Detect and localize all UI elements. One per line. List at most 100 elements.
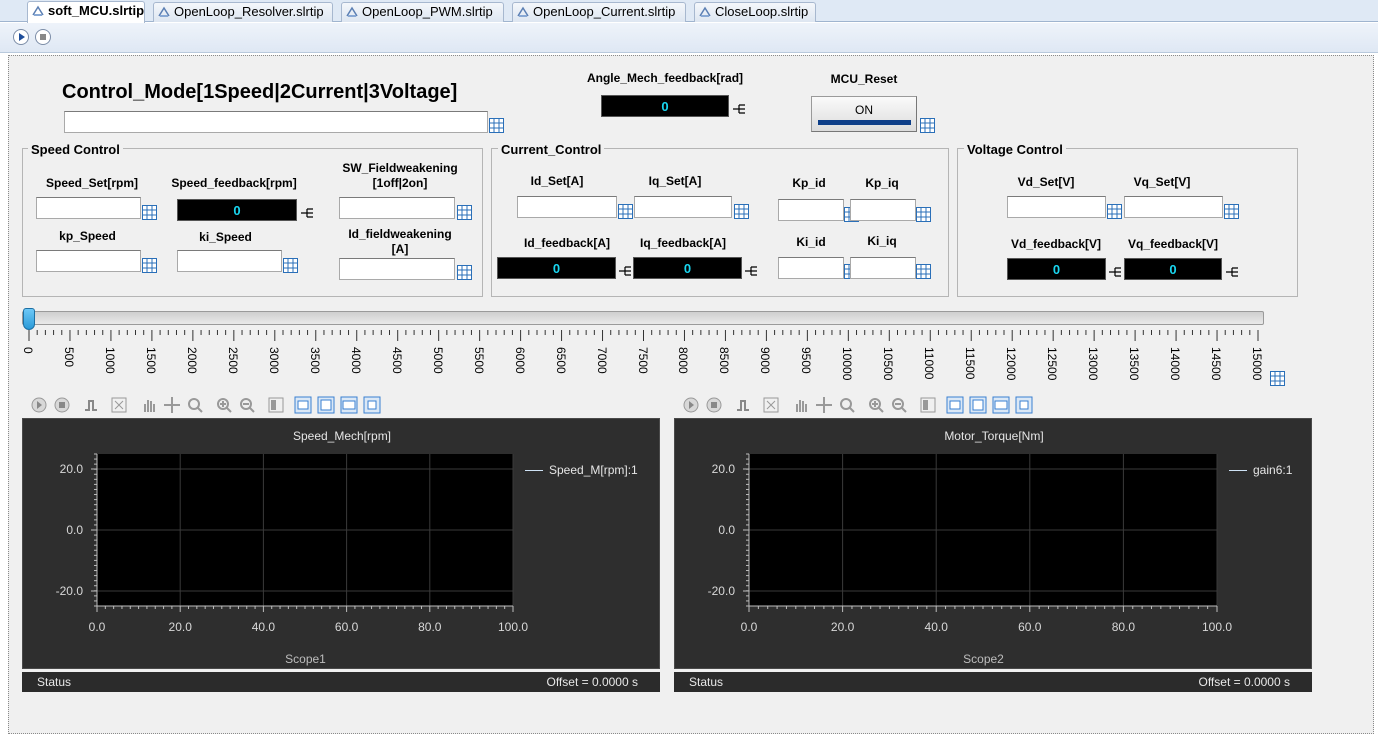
scope1-legend-label: Speed_M[rpm]:1 — [549, 463, 638, 477]
slider-tick-label: 1000 — [102, 347, 117, 374]
tab-closeloop[interactable]: CloseLoop.slrtip — [694, 2, 816, 22]
label-line: [1off|2on] — [372, 176, 428, 190]
grid-icon[interactable] — [142, 258, 157, 273]
stop-icon[interactable] — [53, 396, 71, 414]
zoom-xy-icon[interactable] — [163, 396, 181, 414]
layout1-icon[interactable] — [946, 396, 964, 414]
properties-icon[interactable] — [267, 396, 285, 414]
slider-tick-label: 8500 — [717, 347, 732, 374]
id-set-input[interactable] — [517, 196, 617, 218]
grid-icon[interactable] — [142, 205, 157, 220]
tab-label: CloseLoop.slrtip — [715, 4, 809, 19]
ki-speed-input[interactable] — [177, 250, 282, 272]
layout3-icon[interactable] — [992, 396, 1010, 414]
zoom-box-icon[interactable] — [186, 396, 204, 414]
grid-icon[interactable] — [916, 264, 931, 279]
x-tick-label: 40.0 — [252, 620, 276, 634]
signal-pin-icon[interactable] — [733, 104, 746, 114]
signal-pin-icon[interactable] — [745, 266, 758, 276]
grid-icon[interactable] — [1224, 204, 1239, 219]
run-button[interactable] — [13, 29, 29, 45]
signal-pin-icon[interactable] — [301, 208, 314, 218]
grid-icon[interactable] — [457, 205, 472, 220]
sw-fieldweakening-input[interactable] — [339, 197, 455, 219]
slider-tick-label: 5500 — [471, 347, 486, 374]
slider-tick-label: 14500 — [1209, 347, 1224, 381]
tab-openloop-pwm[interactable]: OpenLoop_PWM.slrtip — [341, 2, 504, 22]
layout1-icon[interactable] — [294, 396, 312, 414]
ki-iq-input[interactable] — [850, 257, 916, 279]
iq-set-input[interactable] — [634, 196, 732, 218]
grid-icon[interactable] — [1107, 204, 1122, 219]
zoom-out-icon[interactable] — [890, 396, 908, 414]
trigger-icon[interactable] — [82, 396, 100, 414]
zoom-xy-icon[interactable] — [815, 396, 833, 414]
pan-icon[interactable] — [140, 396, 158, 414]
speed-slider-thumb[interactable] — [23, 308, 35, 330]
tab-openloop-resolver[interactable]: OpenLoop_Resolver.slrtip — [153, 2, 333, 22]
ki-speed-label: ki_Speed — [199, 230, 252, 244]
grid-icon[interactable] — [457, 265, 472, 280]
slider-tick-label: 6000 — [512, 347, 527, 374]
layout2-icon[interactable] — [317, 396, 335, 414]
properties-icon[interactable] — [919, 396, 937, 414]
play-icon[interactable] — [30, 396, 48, 414]
grid-icon[interactable] — [1270, 371, 1285, 386]
signal-pin-icon[interactable] — [1226, 267, 1239, 277]
id-set-label: Id_Set[A] — [530, 174, 584, 188]
grid-icon[interactable] — [283, 258, 298, 273]
zoom-out-icon[interactable] — [238, 396, 256, 414]
kp-speed-input[interactable] — [36, 250, 141, 272]
layout3-icon[interactable] — [340, 396, 358, 414]
signal-pin-icon[interactable] — [619, 266, 632, 276]
tab-soft-mcu[interactable]: soft_MCU.slrtip — [27, 1, 145, 23]
play-icon[interactable] — [682, 396, 700, 414]
control-mode-input[interactable] — [64, 111, 488, 133]
grid-icon[interactable] — [489, 118, 504, 133]
y-tick-label: -20.0 — [708, 584, 736, 598]
x-tick-label: 100.0 — [1202, 620, 1232, 634]
slider-tick-label: 5000 — [430, 347, 445, 374]
kp-id-label: Kp_id — [792, 176, 826, 190]
mcu-reset-button[interactable]: ON — [811, 96, 917, 132]
grid-icon[interactable] — [920, 118, 935, 133]
layout2-icon[interactable] — [969, 396, 987, 414]
zoom-box-icon[interactable] — [838, 396, 856, 414]
tab-openloop-current[interactable]: OpenLoop_Current.slrtip — [512, 2, 686, 22]
label-line: SW_Fieldweakening — [342, 161, 458, 175]
vd-set-input[interactable] — [1007, 196, 1106, 218]
grid-icon[interactable] — [916, 207, 931, 222]
x-tick-label: 0.0 — [89, 620, 106, 634]
grid-icon[interactable] — [618, 204, 633, 219]
autoscale-icon[interactable] — [110, 396, 128, 414]
current-control-title: Current_Control — [498, 142, 605, 157]
kp-iq-input[interactable] — [850, 199, 916, 221]
iq-set-label: Iq_Set[A] — [648, 174, 702, 188]
x-tick-label: 80.0 — [1112, 620, 1136, 634]
speed-set-input[interactable] — [36, 197, 141, 219]
slider-tick-marks — [28, 330, 1259, 341]
autoscale-icon[interactable] — [762, 396, 780, 414]
slider-tick-label: 8000 — [676, 347, 691, 374]
zoom-in-icon[interactable] — [867, 396, 885, 414]
kp-id-input[interactable] — [778, 199, 844, 221]
ki-id-input[interactable] — [778, 257, 844, 279]
y-tick-label: -20.0 — [56, 584, 84, 598]
trigger-icon[interactable] — [734, 396, 752, 414]
zoom-in-icon[interactable] — [215, 396, 233, 414]
slider-tick-label: 11000 — [922, 347, 937, 380]
slider-tick-label: 4000 — [348, 347, 363, 374]
id-fieldweakening-input[interactable] — [339, 258, 455, 280]
stop-icon[interactable] — [705, 396, 723, 414]
signal-pin-icon[interactable] — [1109, 267, 1122, 277]
grid-icon[interactable] — [734, 204, 749, 219]
layout4-icon[interactable] — [1015, 396, 1033, 414]
vq-set-input[interactable] — [1124, 196, 1223, 218]
layout4-icon[interactable] — [363, 396, 381, 414]
speed-slider-track[interactable] — [22, 311, 1264, 325]
x-tick-label: 60.0 — [1018, 620, 1042, 634]
mcu-reset-label: MCU_Reset — [830, 72, 898, 86]
pan-icon[interactable] — [792, 396, 810, 414]
slider-tick-label: 3000 — [266, 347, 281, 374]
stop-button[interactable] — [35, 29, 51, 45]
